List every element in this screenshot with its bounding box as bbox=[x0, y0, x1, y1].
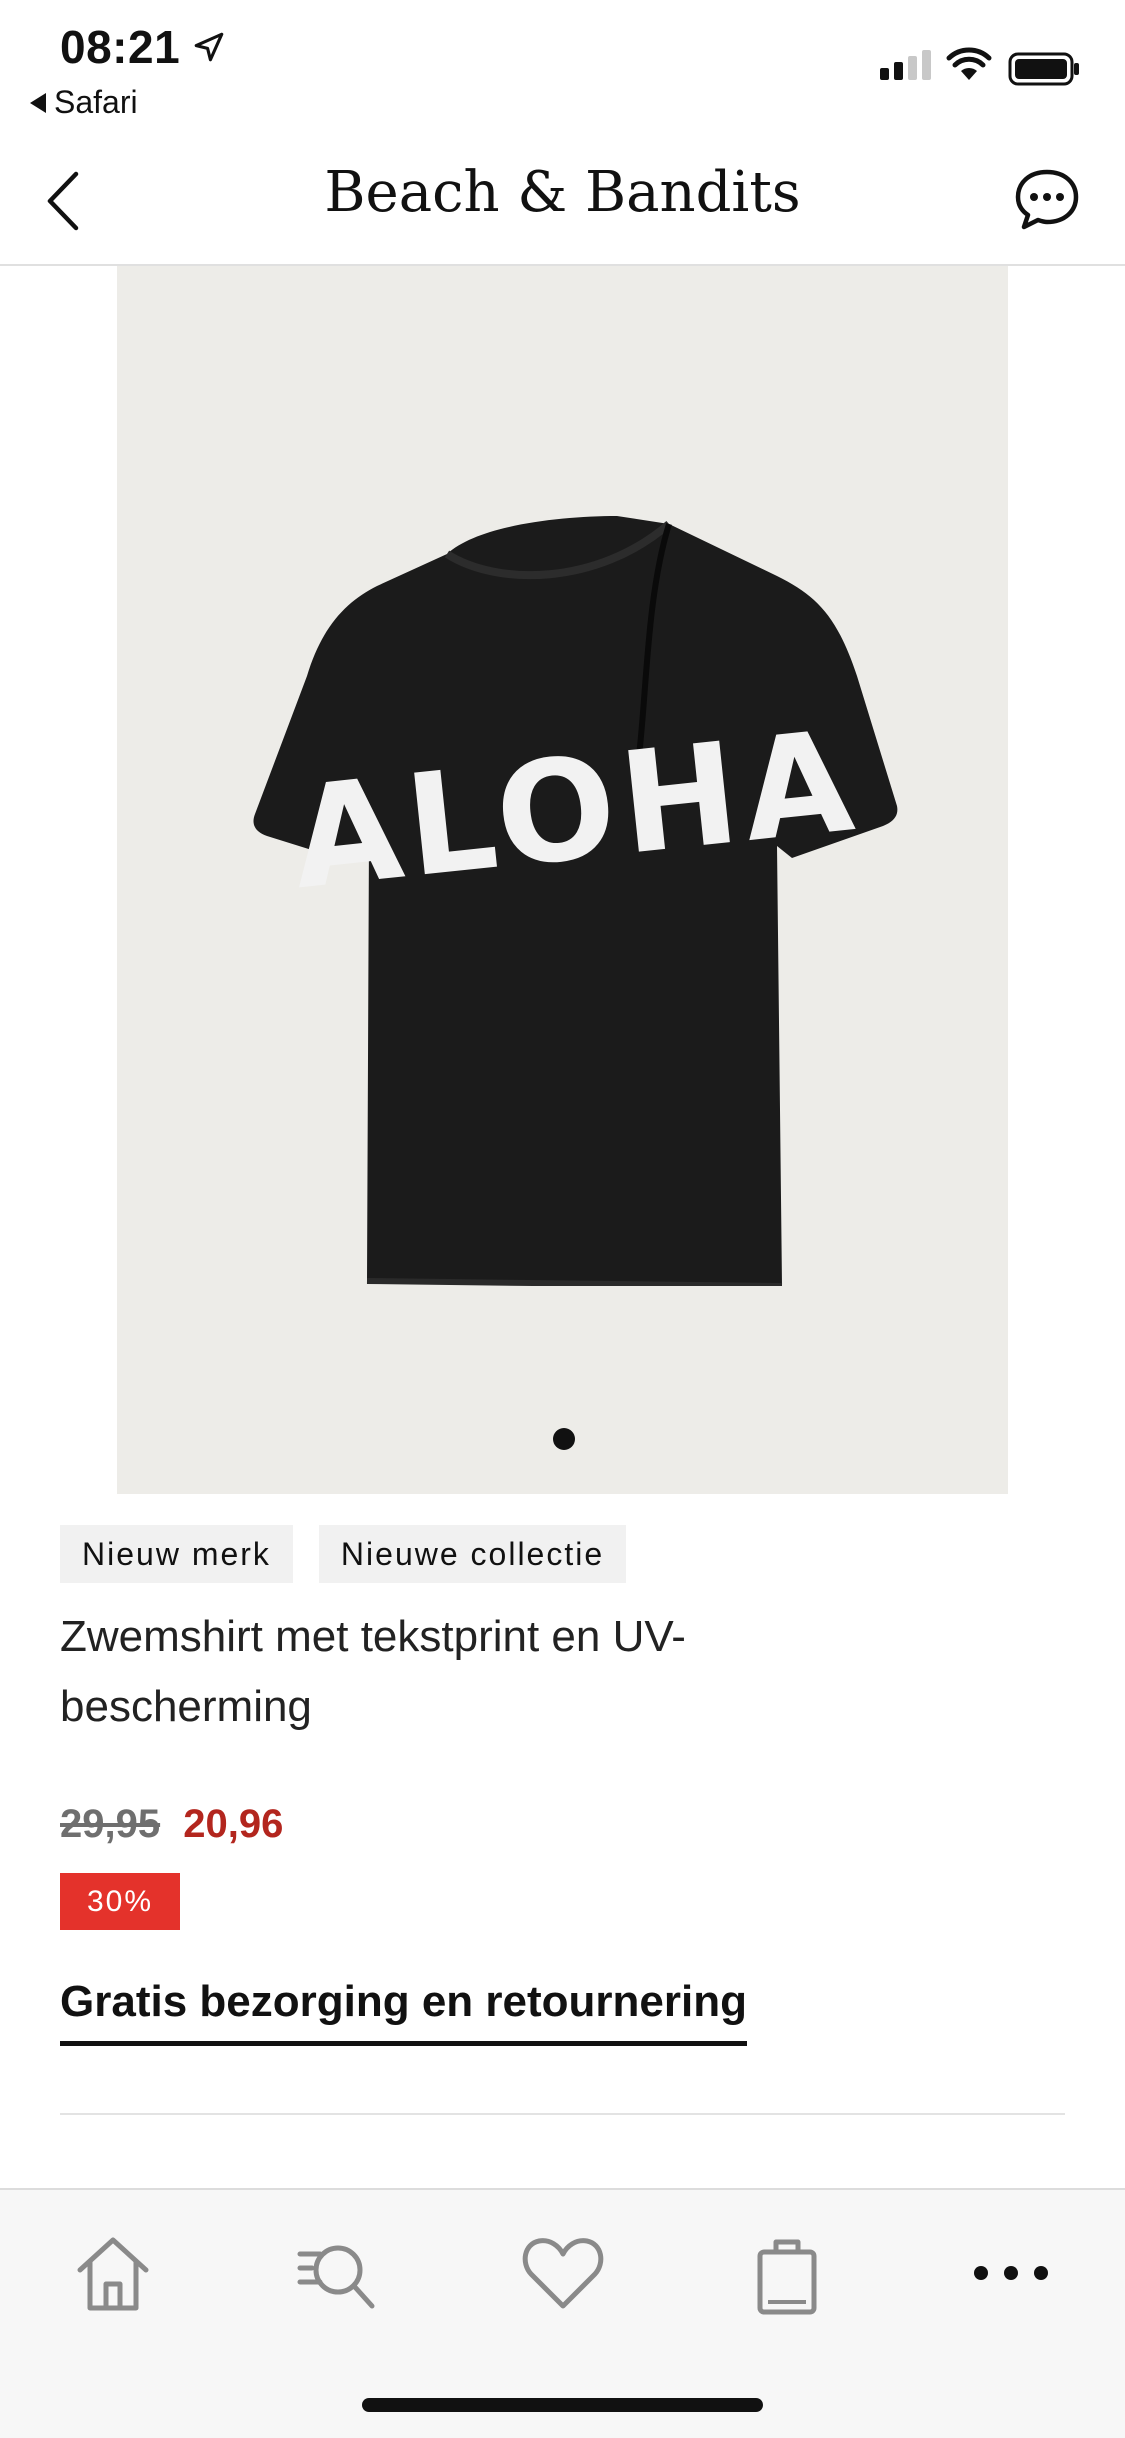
discount-badge: 30% bbox=[60, 1873, 180, 1930]
shopping-bag-icon[interactable] bbox=[742, 2228, 832, 2318]
badge-new-brand: Nieuw merk bbox=[60, 1525, 293, 1583]
chat-bubble-icon[interactable] bbox=[1012, 164, 1082, 234]
product-title: Zwemshirt met tekstprint en UV-beschermi… bbox=[60, 1612, 686, 1731]
battery-icon bbox=[1008, 52, 1079, 86]
back-app-label: Safari bbox=[54, 84, 138, 120]
heart-icon[interactable] bbox=[518, 2228, 608, 2318]
sale-price: 20,96 bbox=[183, 1802, 284, 1846]
divider bbox=[60, 2113, 1065, 2115]
home-indicator[interactable] bbox=[362, 2398, 763, 2412]
search-icon[interactable] bbox=[292, 2228, 382, 2318]
back-triangle-icon bbox=[30, 92, 46, 113]
product-badges: Nieuw merk Nieuwe collectie bbox=[60, 1525, 627, 1583]
price-row: 29,95 20,96 bbox=[60, 1802, 283, 1847]
delivery-info-link[interactable]: Gratis bezorging en retournering bbox=[60, 1977, 747, 2046]
nav-header: Beach & Bandits bbox=[0, 150, 1125, 266]
page-title: Beach & Bandits bbox=[324, 160, 801, 225]
image-pager-dot[interactable] bbox=[553, 1428, 575, 1450]
cellular-signal-icon bbox=[880, 50, 931, 80]
product-image[interactable]: ALOHA bbox=[117, 266, 1008, 1494]
back-to-app-link[interactable]: Safari bbox=[30, 84, 138, 121]
wifi-icon bbox=[946, 47, 992, 80]
original-price: 29,95 bbox=[60, 1802, 161, 1846]
more-icon[interactable] bbox=[966, 2228, 1056, 2318]
product-shirt-image: ALOHA bbox=[253, 516, 898, 1286]
badge-new-collection: Nieuwe collectie bbox=[318, 1525, 627, 1583]
status-time: 08:21 bbox=[60, 21, 181, 73]
location-arrow-icon bbox=[194, 32, 224, 62]
home-icon[interactable] bbox=[68, 2228, 158, 2318]
